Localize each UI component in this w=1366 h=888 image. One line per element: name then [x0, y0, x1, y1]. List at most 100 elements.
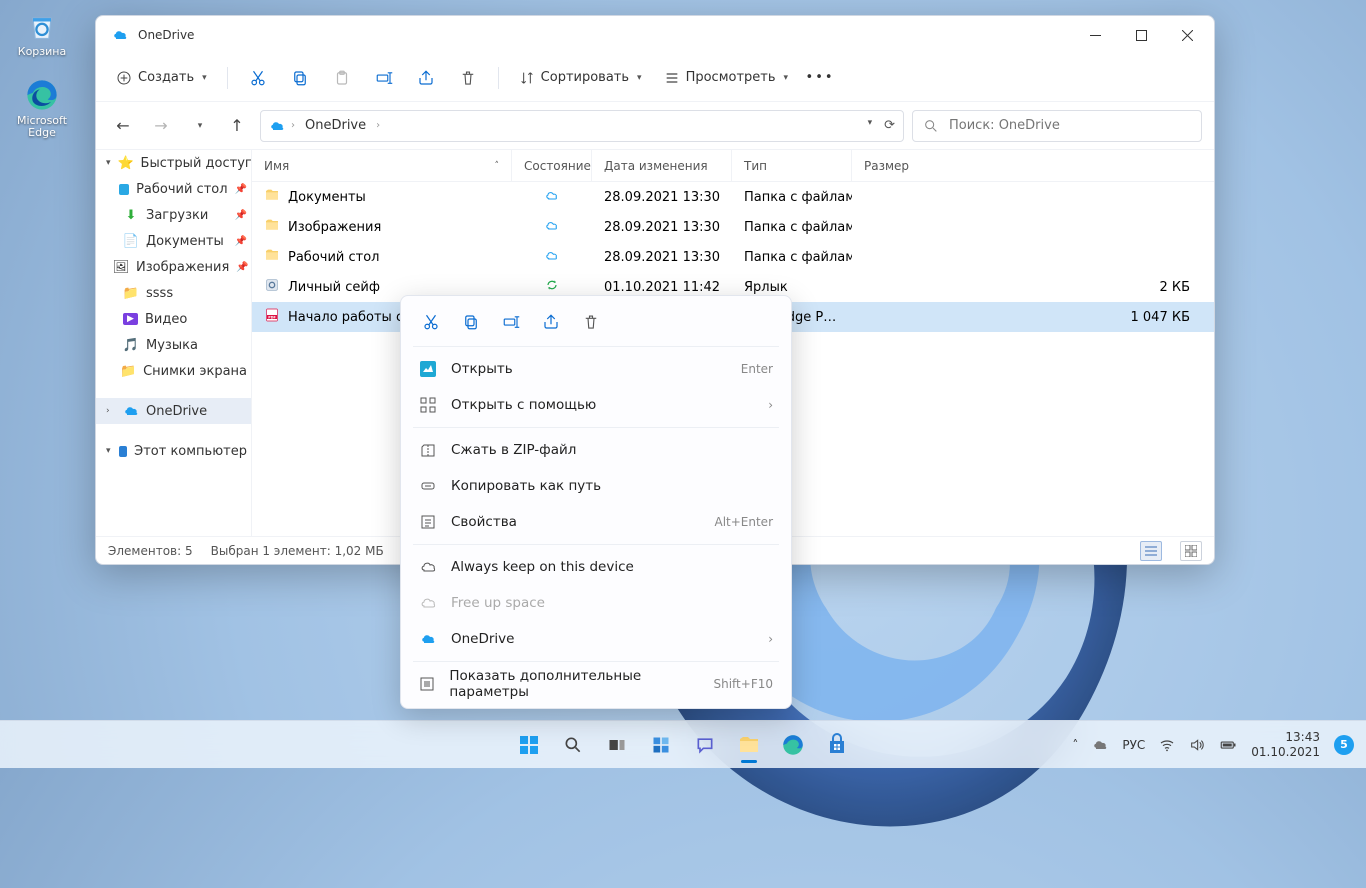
sidebar-item-screenshots[interactable]: 📁Снимки экрана — [96, 358, 251, 384]
tray-chevron-button[interactable]: ˄ — [1072, 738, 1078, 752]
tray-language[interactable]: РУС — [1122, 738, 1145, 752]
back-button[interactable]: ← — [108, 111, 138, 141]
chevron-right-icon: › — [106, 406, 116, 416]
tray-notifications-button[interactable]: 5 — [1334, 735, 1354, 755]
desktop-icon-label: Корзина — [18, 46, 66, 59]
sidebar-item-videos[interactable]: ▶Видео — [96, 306, 251, 332]
sidebar-item-music[interactable]: 🎵Музыка — [96, 332, 251, 358]
tray-clock[interactable]: 13:43 01.10.2021 — [1251, 730, 1320, 759]
file-type: Папка с файлами — [744, 190, 852, 205]
onedrive-tray-icon[interactable] — [1092, 737, 1108, 753]
taskbar-widgets-button[interactable] — [641, 725, 681, 765]
cut-icon — [249, 69, 267, 87]
sidebar-item-thispc[interactable]: ▾Этот компьютер — [96, 438, 251, 464]
context-copy-button[interactable] — [453, 305, 489, 339]
sidebar-item-onedrive[interactable]: ›OneDrive — [96, 398, 251, 424]
paste-button[interactable] — [324, 61, 360, 95]
trash-icon — [459, 69, 477, 87]
file-date: 28.09.2021 13:30 — [604, 250, 720, 265]
taskbar-taskview-button[interactable] — [597, 725, 637, 765]
view-details-button[interactable] — [1140, 541, 1162, 561]
sidebar-item-desktop[interactable]: Рабочий стол📌 — [96, 176, 251, 202]
close-button[interactable] — [1164, 16, 1210, 54]
more-button[interactable]: ••• — [802, 61, 838, 95]
status-selection: Выбран 1 элемент: 1,02 МБ — [211, 544, 384, 558]
sidebar-item-folder[interactable]: 📁ssss — [96, 280, 251, 306]
context-always-keep[interactable]: Always keep on this device — [407, 549, 785, 585]
context-delete-button[interactable] — [573, 305, 609, 339]
refresh-button[interactable]: ⟳ — [884, 118, 895, 133]
plus-circle-icon — [116, 70, 132, 86]
taskview-icon — [607, 735, 627, 755]
breadcrumb[interactable]: › OneDrive › ▾ ⟳ — [260, 110, 904, 142]
view-button[interactable]: Просмотреть▾ — [656, 61, 796, 95]
chat-icon — [695, 735, 715, 755]
taskbar-edge-button[interactable] — [773, 725, 813, 765]
file-date: 01.10.2021 11:42 — [604, 280, 720, 295]
desktop-icon-edge[interactable]: Microsoft Edge — [6, 77, 78, 140]
cut-button[interactable] — [240, 61, 276, 95]
sidebar-label: Этот компьютер — [134, 444, 247, 459]
delete-button[interactable] — [450, 61, 486, 95]
context-cut-button[interactable] — [413, 305, 449, 339]
minimize-button[interactable] — [1072, 16, 1118, 54]
pin-icon: 📌 — [235, 210, 247, 221]
rename-button[interactable] — [366, 61, 402, 95]
store-icon — [825, 733, 849, 757]
up-button[interactable]: ↑ — [222, 111, 252, 141]
context-more-options[interactable]: Показать дополнительные параметрыShift+F… — [407, 666, 785, 702]
table-row[interactable]: Изображения28.09.2021 13:30Папка с файла… — [252, 212, 1214, 242]
recent-button[interactable]: ▾ — [184, 111, 214, 141]
battery-icon[interactable] — [1219, 736, 1237, 754]
folder-icon — [737, 733, 761, 757]
column-size[interactable]: Размер — [852, 150, 1214, 181]
context-open[interactable]: ОткрытьEnter — [407, 351, 785, 387]
start-button[interactable] — [509, 725, 549, 765]
new-button[interactable]: Создать▾ — [108, 61, 215, 95]
wifi-icon[interactable] — [1159, 737, 1175, 753]
context-properties[interactable]: СвойстваAlt+Enter — [407, 504, 785, 540]
search-input[interactable] — [947, 117, 1191, 134]
context-rename-button[interactable] — [493, 305, 529, 339]
sort-button[interactable]: Сортировать▾ — [511, 61, 650, 95]
table-row[interactable]: Рабочий стол28.09.2021 13:30Папка с файл… — [252, 242, 1214, 272]
chevron-down-icon: ▾ — [202, 73, 207, 83]
crumb-onedrive[interactable]: OneDrive — [301, 115, 370, 136]
sidebar-quick-access[interactable]: ▾ ⭐ Быстрый доступ — [96, 150, 251, 176]
sidebar-item-pictures[interactable]: 🖼Изображения📌 — [96, 254, 251, 280]
search-box[interactable] — [912, 110, 1202, 142]
column-date[interactable]: Дата изменения — [592, 150, 732, 181]
edge-icon — [24, 77, 60, 113]
taskbar-store-button[interactable] — [817, 725, 857, 765]
sidebar-item-documents[interactable]: 📄Документы📌 — [96, 228, 251, 254]
copy-button[interactable] — [282, 61, 318, 95]
sidebar-label: Загрузки — [146, 208, 208, 223]
context-onedrive[interactable]: OneDrive› — [407, 621, 785, 657]
path-icon — [419, 478, 437, 494]
context-zip[interactable]: Сжать в ZIP-файл — [407, 432, 785, 468]
desktop-icon-recycle-bin[interactable]: Корзина — [6, 8, 78, 59]
forward-button[interactable]: → — [146, 111, 176, 141]
volume-icon[interactable] — [1189, 737, 1205, 753]
context-copy-path[interactable]: Копировать как путь — [407, 468, 785, 504]
titlebar[interactable]: OneDrive — [96, 16, 1214, 54]
view-grid-button[interactable] — [1180, 541, 1202, 561]
taskbar-chat-button[interactable] — [685, 725, 725, 765]
table-row[interactable]: Документы28.09.2021 13:30Папка с файлами — [252, 182, 1214, 212]
sidebar-label: ssss — [146, 286, 173, 301]
context-open-with[interactable]: Открыть с помощью› — [407, 387, 785, 423]
chevron-down-icon: ▾ — [198, 121, 203, 131]
column-name[interactable]: Имя˄ — [252, 150, 512, 181]
sidebar-item-downloads[interactable]: ⬇Загрузки📌 — [96, 202, 251, 228]
folder-icon: 📁 — [120, 363, 136, 379]
column-state[interactable]: Состояние — [512, 150, 592, 181]
taskbar-explorer-button[interactable] — [729, 725, 769, 765]
taskbar-search-button[interactable] — [553, 725, 593, 765]
chevron-down-icon[interactable]: ▾ — [868, 118, 873, 133]
onedrive-icon — [112, 27, 128, 43]
column-type[interactable]: Тип — [732, 150, 852, 181]
maximize-button[interactable] — [1118, 16, 1164, 54]
share-button[interactable] — [408, 61, 444, 95]
context-share-button[interactable] — [533, 305, 569, 339]
sidebar-label: Музыка — [146, 338, 198, 353]
